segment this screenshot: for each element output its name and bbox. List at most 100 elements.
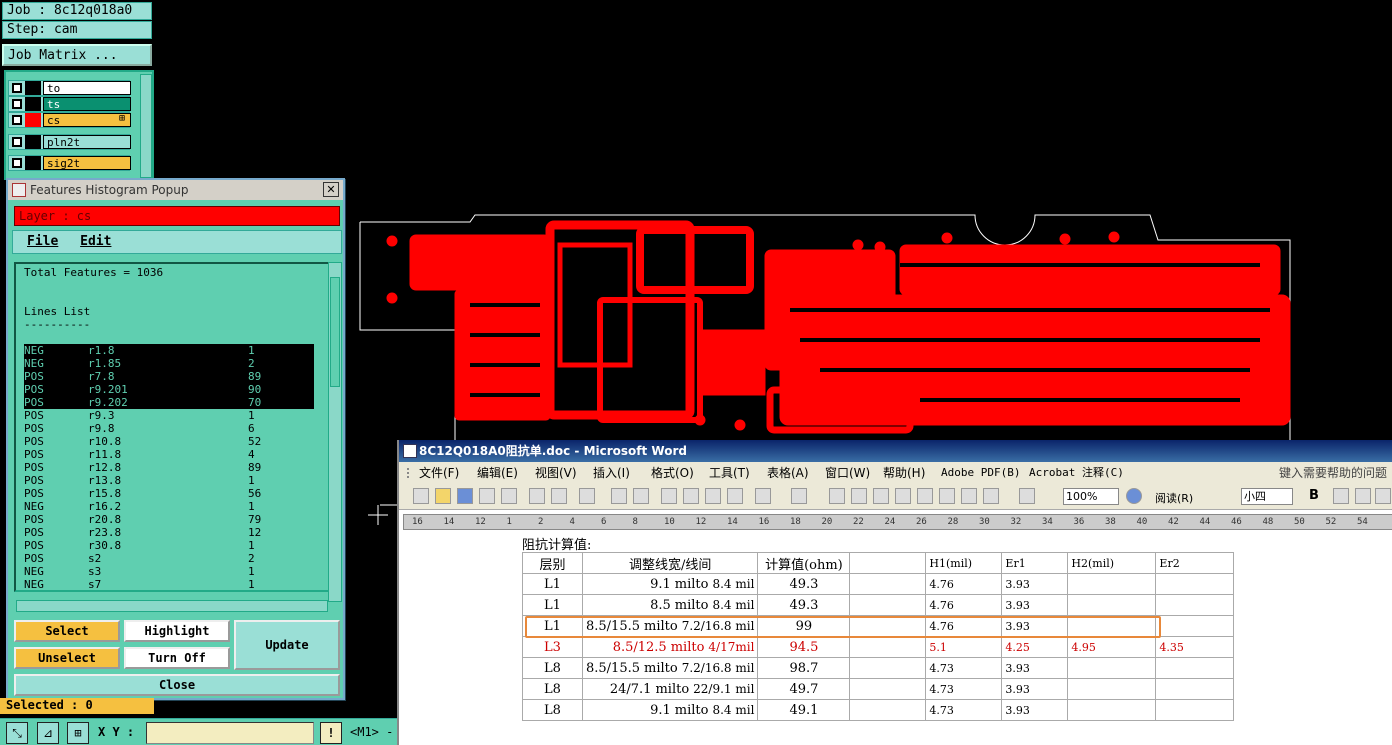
close-icon[interactable]: ✕ bbox=[323, 182, 339, 197]
layer-checkbox[interactable] bbox=[12, 83, 22, 93]
xy-input[interactable] bbox=[146, 722, 314, 744]
list-item[interactable]: POS r9.8 6 bbox=[24, 422, 314, 435]
list-cell-count: 90 bbox=[248, 383, 262, 396]
menu-insert[interactable]: 插入(I) bbox=[593, 462, 630, 484]
warning-icon[interactable]: ! bbox=[320, 722, 342, 744]
layer-checkbox[interactable] bbox=[12, 158, 22, 168]
menu-help[interactable]: 帮助(H) bbox=[883, 462, 925, 484]
list-item[interactable]: POS r12.8 89 bbox=[24, 461, 314, 474]
font-size-select[interactable]: 小四 bbox=[1241, 488, 1293, 505]
align-right-icon[interactable] bbox=[1375, 488, 1391, 504]
hyperlink-icon[interactable] bbox=[829, 488, 845, 504]
list-item[interactable]: POS r11.8 4 bbox=[24, 448, 314, 461]
show-hide-icon[interactable] bbox=[983, 488, 999, 504]
undo-icon[interactable] bbox=[755, 488, 771, 504]
update-button[interactable]: Update bbox=[234, 620, 340, 670]
layer-row-ts[interactable]: ts bbox=[8, 96, 131, 112]
save-icon[interactable] bbox=[457, 488, 473, 504]
open-icon[interactable] bbox=[435, 488, 451, 504]
email-icon[interactable] bbox=[501, 488, 517, 504]
horizontal-ruler[interactable]: 16 14 12 1 2 4 6 8 10 12 14 16 18 20 22 24 26 28 30 32 34 36 3… bbox=[403, 514, 1392, 530]
bold-button[interactable]: B bbox=[1309, 488, 1319, 503]
list-item[interactable]: POS r13.8 1 bbox=[24, 474, 314, 487]
drawing-icon[interactable] bbox=[939, 488, 955, 504]
list-item[interactable]: POS r20.8 79 bbox=[24, 513, 314, 526]
list-item[interactable]: POS r9.201 90 bbox=[24, 383, 314, 396]
list-item[interactable]: POS s2 2 bbox=[24, 552, 314, 565]
popup-title-bar[interactable]: Features Histogram Popup ✕ bbox=[8, 180, 343, 200]
layer-checkbox[interactable] bbox=[12, 137, 22, 147]
layer-checkbox[interactable] bbox=[12, 115, 22, 125]
menu-window[interactable]: 窗口(W) bbox=[825, 462, 870, 484]
list-item[interactable]: NEG r1.8 1 bbox=[24, 344, 314, 357]
menu-acrobat[interactable]: Acrobat 注释(C) bbox=[1029, 462, 1124, 484]
menu-file[interactable]: 文件(F) bbox=[419, 462, 459, 484]
document-area[interactable]: 阻抗计算值: 层别 调整线宽/线间 计算值(ohm) H1(mil) Er1 H2(mil… bbox=[399, 532, 1392, 745]
read-mode-button[interactable]: 阅读(R) bbox=[1155, 490, 1193, 506]
zoom-icon[interactable] bbox=[1019, 488, 1035, 504]
layer-row-pln2t[interactable]: pln2t bbox=[8, 134, 131, 150]
redo-icon[interactable] bbox=[791, 488, 807, 504]
layer-checkbox[interactable] bbox=[12, 99, 22, 109]
list-item[interactable]: POS r10.8 52 bbox=[24, 435, 314, 448]
unselect-button[interactable]: Unselect bbox=[14, 647, 120, 669]
list-item[interactable]: NEG r1.85 2 bbox=[24, 357, 314, 370]
layer-row-sig2t[interactable]: sig2t bbox=[8, 155, 131, 171]
cell-h1: 4.73 bbox=[925, 678, 1003, 700]
tables-borders-icon[interactable] bbox=[851, 488, 867, 504]
zoom-select[interactable]: 100% bbox=[1063, 488, 1119, 505]
cut-icon[interactable] bbox=[661, 488, 677, 504]
permission-icon[interactable] bbox=[479, 488, 495, 504]
grid-icon[interactable]: ⊞ bbox=[67, 722, 89, 744]
menu-edit[interactable]: 编辑(E) bbox=[477, 462, 518, 484]
research-icon[interactable] bbox=[633, 488, 649, 504]
layer-row-cs[interactable]: cs ⊞ bbox=[8, 112, 131, 128]
list-horizontal-scrollbar[interactable] bbox=[16, 600, 328, 612]
list-item[interactable]: NEG r16.2 1 bbox=[24, 500, 314, 513]
scroll-thumb[interactable] bbox=[330, 277, 340, 387]
menu-table[interactable]: 表格(A) bbox=[767, 462, 809, 484]
help-search-input[interactable]: 键入需要帮助的问题 bbox=[1279, 462, 1387, 484]
highlight-button[interactable]: Highlight bbox=[124, 620, 230, 642]
document-map-icon[interactable] bbox=[961, 488, 977, 504]
features-list[interactable]: Total Features = 1036 Lines List -------… bbox=[14, 262, 332, 592]
list-item[interactable]: POS r9.202 70 bbox=[24, 396, 314, 409]
print-preview-icon[interactable] bbox=[551, 488, 567, 504]
menu-tools[interactable]: 工具(T) bbox=[709, 462, 750, 484]
turn-off-button[interactable]: Turn Off bbox=[124, 647, 230, 669]
measure-icon[interactable]: ⊿ bbox=[37, 722, 59, 744]
print-icon[interactable] bbox=[529, 488, 545, 504]
list-item[interactable]: POS r23.8 12 bbox=[24, 526, 314, 539]
list-item[interactable]: NEG s7 1 bbox=[24, 578, 314, 590]
list-item[interactable]: POS r15.8 56 bbox=[24, 487, 314, 500]
close-button[interactable]: Close bbox=[14, 674, 340, 696]
select-button[interactable]: Select bbox=[14, 620, 120, 642]
menu-adobe-pdf[interactable]: Adobe PDF(B) bbox=[941, 462, 1020, 484]
list-item[interactable]: POS r9.3 1 bbox=[24, 409, 314, 422]
list-vertical-scrollbar[interactable] bbox=[328, 262, 342, 602]
copy-icon[interactable] bbox=[683, 488, 699, 504]
spelling-icon[interactable] bbox=[611, 488, 627, 504]
help-icon[interactable] bbox=[1126, 488, 1142, 504]
menu-edit[interactable]: Edit bbox=[80, 234, 111, 249]
align-left-icon[interactable] bbox=[1333, 488, 1349, 504]
paste-icon[interactable] bbox=[705, 488, 721, 504]
list-item[interactable]: POS r30.8 1 bbox=[24, 539, 314, 552]
insert-excel-icon[interactable] bbox=[895, 488, 911, 504]
word-title-bar[interactable]: 8C12Q018A0阻抗单.doc - Microsoft Word bbox=[399, 440, 1392, 462]
zoom-fit-icon[interactable]: ⤡ bbox=[6, 722, 28, 744]
columns-icon[interactable] bbox=[917, 488, 933, 504]
align-center-icon[interactable] bbox=[1355, 488, 1371, 504]
menu-file[interactable]: File bbox=[27, 234, 58, 249]
menu-view[interactable]: 视图(V) bbox=[535, 462, 577, 484]
layer-row-to[interactable]: to bbox=[8, 80, 131, 96]
format-painter-icon[interactable] bbox=[727, 488, 743, 504]
layer-scrollbar[interactable] bbox=[140, 74, 152, 178]
job-matrix-button[interactable]: Job Matrix ... bbox=[2, 44, 152, 66]
insert-table-icon[interactable] bbox=[873, 488, 889, 504]
menu-format[interactable]: 格式(O) bbox=[651, 462, 694, 484]
list-item[interactable]: POS r7.8 89 bbox=[24, 370, 314, 383]
list-item[interactable]: NEG s3 1 bbox=[24, 565, 314, 578]
new-icon[interactable] bbox=[413, 488, 429, 504]
traditional-chinese-icon[interactable] bbox=[579, 488, 595, 504]
